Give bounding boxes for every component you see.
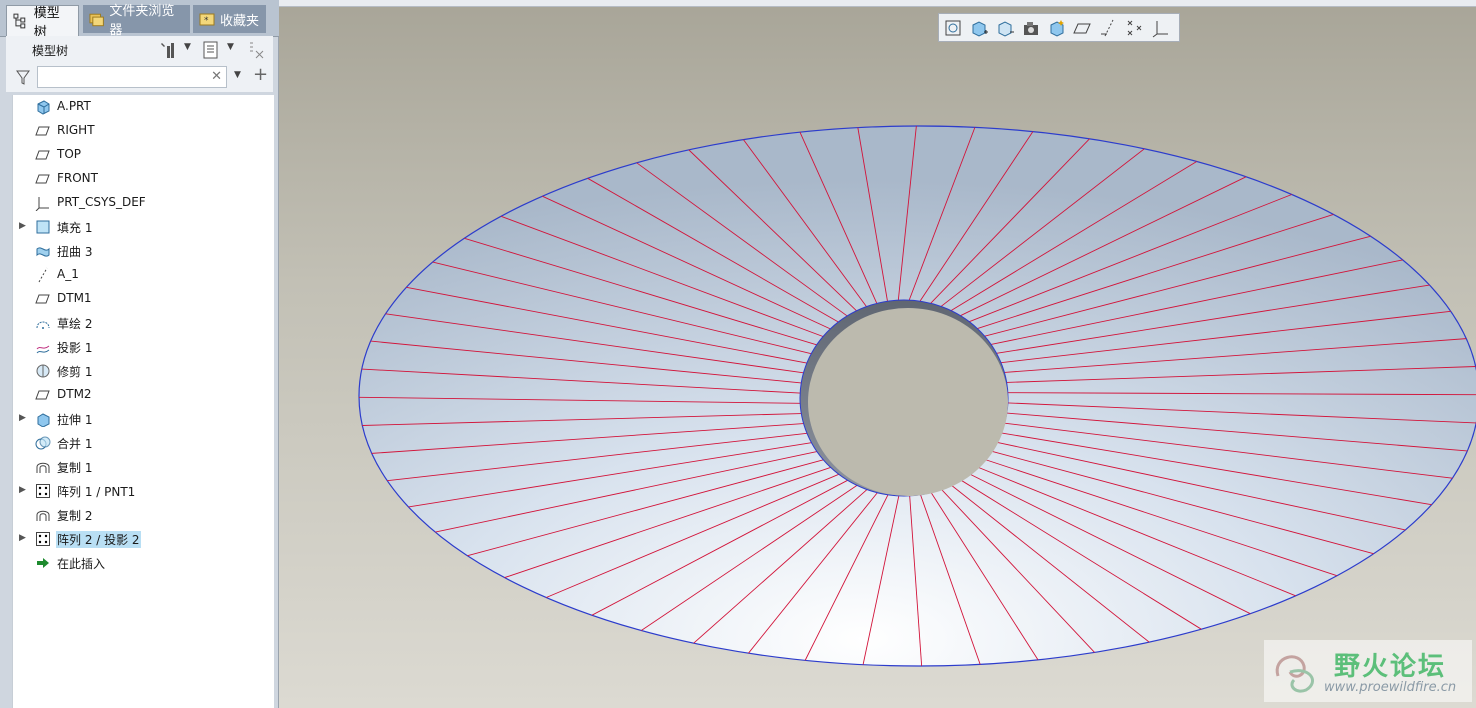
pattern-icon [36,484,50,498]
tree-item-label: DTM1 [57,291,92,305]
tree-item-label: 复制 2 [57,509,93,523]
copy-icon [36,462,50,473]
fill-icon [36,220,50,234]
search-row: ✕ ▼ + [6,64,273,92]
datum-plane-icon [35,126,50,136]
tab-folder-browser[interactable]: 文件夹浏览器 [83,4,190,38]
datum-plane-icon [35,174,50,184]
tab-model-tree[interactable]: 模型树 [6,5,79,40]
tree-item-label: A.PRT [57,99,91,113]
copy-icon [36,510,50,521]
tree-item-label: 阵列 1 / PNT1 [57,485,136,499]
tree-item-label: 合并 1 [57,437,93,451]
expand-arrow-icon[interactable]: ▶ [19,485,26,495]
settings-icon[interactable] [158,40,178,60]
tree-item-label: 阵列 2 / 投影 2 [56,531,141,548]
datum-point-display-icon[interactable] [1125,18,1145,38]
sketch-icon [36,321,50,329]
tab-label: 收藏夹 [220,13,260,29]
favorites-icon: * [199,13,215,26]
datum-plane-icon [35,150,50,160]
repaint-icon[interactable] [1021,18,1041,38]
zoom-in-icon[interactable] [969,18,989,38]
tree-item-label: 修剪 1 [57,365,93,379]
show-list-icon[interactable] [201,40,221,60]
pattern-icon [36,532,50,546]
folder-browser-icon [89,13,104,27]
tree-item-label: DTM2 [57,387,92,401]
tree-header: 模型树 ▼ ▼ [6,36,273,64]
tree-item-label: TOP [57,147,82,161]
tree-title: 模型树 [32,44,69,58]
expand-arrow-icon[interactable]: ▶ [19,533,26,543]
model-tree-panel: 模型树 文件夹浏览器 * 收藏夹 模型树 ▼ ▼ ✕ ▼ + A.PRT RIGH… [0,0,279,708]
watermark-url: www.proewildfire.cn [1324,680,1457,695]
expand-arrow-icon[interactable]: ▶ [19,413,26,423]
view-toolbar [938,13,1180,42]
datum-axis-icon [38,267,48,283]
search-dropdown-chevron-icon[interactable]: ▼ [234,70,241,80]
datum-plane-icon [35,294,50,304]
trim-icon [36,364,50,378]
forum-logo-icon [1275,655,1314,693]
tree-item-label: 在此插入 [57,557,106,571]
datum-axis-display-icon[interactable] [1099,18,1119,38]
tree-item-label: 扭曲 3 [57,245,93,259]
part-icon [37,100,50,115]
tree-item-label: PRT_CSYS_DEF [57,195,146,209]
csys-display-icon[interactable] [1151,18,1171,38]
merge-icon [35,436,51,450]
clear-icon[interactable]: ✕ [211,69,222,84]
tree-item-label: 复制 1 [57,461,93,475]
tree-item-label: A_1 [57,267,79,281]
settings-dropdown-chevron-icon[interactable]: ▼ [184,42,191,52]
tab-favorites[interactable]: * 收藏夹 [193,5,266,33]
tree-item-label: 填充 1 [57,221,93,235]
graphics-viewport[interactable]: 野火论坛 www.proewildfire.cn [279,0,1476,708]
saved-views-icon[interactable] [1047,18,1067,38]
zoom-out-icon[interactable] [995,18,1015,38]
expand-arrow-icon[interactable]: ▶ [19,221,26,231]
warp-icon [36,247,50,257]
surface-model[interactable] [279,0,1476,708]
tree-item-label: 草绘 2 [57,317,93,331]
datum-plane-display-icon[interactable] [1073,18,1093,38]
refit-icon[interactable] [943,18,963,38]
tab-label: 模型树 [33,6,60,40]
model-tree-icon [13,13,26,29]
coordinate-system-icon [35,197,49,211]
hole-opening [808,308,1008,496]
svg-text:*: * [204,16,209,26]
add-icon[interactable]: + [253,64,268,85]
projection-icon [36,345,50,354]
watermark-text: 野火论坛 [1334,652,1447,682]
search-input[interactable]: ✕ [37,66,227,88]
insert-here-arrow-icon [37,558,49,568]
model-tree: A.PRT RIGHT TOP FRONT PRT_CSYS_DEF ▶ 填充 1 扭曲 3 A… [12,95,274,708]
tab-label: 文件夹浏览器 [109,4,175,38]
watermark: 野火论坛 www.proewildfire.cn [1264,640,1472,702]
tree-item-label: RIGHT [57,123,95,137]
extrude-icon [37,413,50,427]
navigator-tabs: 模型树 文件夹浏览器 * 收藏夹 [0,0,279,40]
tree-item-label: FRONT [57,171,98,185]
tree-item-label: 投影 1 [57,341,93,355]
show-dropdown-chevron-icon[interactable]: ▼ [227,42,234,52]
filter-icon [16,70,30,85]
datum-plane-icon [35,390,50,400]
tree-filters-icon[interactable] [247,40,267,60]
tree-item-label: 拉伸 1 [57,413,93,427]
